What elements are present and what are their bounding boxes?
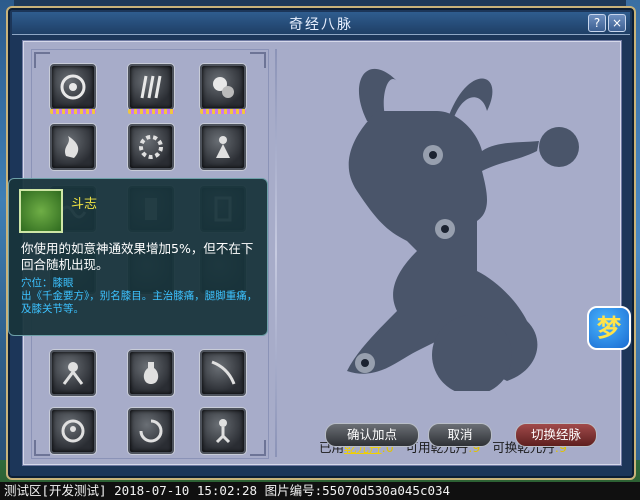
- acupoint-detail: 出《千金要方》，别名膝目。主治膝痛，腿脚重痛，及膝关节等。: [21, 290, 258, 315]
- panel-divider: [275, 49, 277, 457]
- gear-icon: [139, 135, 163, 159]
- cancel-button[interactable]: 取消: [428, 423, 492, 447]
- skill-slot-10[interactable]: [50, 350, 96, 396]
- help-button[interactable]: ?: [588, 14, 606, 32]
- flame-hand-icon: [65, 136, 79, 158]
- skill-slot-4[interactable]: [50, 124, 96, 170]
- skill-slot-11[interactable]: [128, 350, 174, 396]
- learned-indicator: [50, 109, 96, 114]
- tooltip-title: 斗志: [71, 197, 98, 212]
- swirl-icon: [60, 74, 86, 100]
- frame-corner: [34, 52, 50, 68]
- skill-slot-14[interactable]: [128, 408, 174, 454]
- acupoint-label: 穴位：膝眼: [21, 277, 74, 289]
- game-logo[interactable]: 梦: [587, 306, 631, 350]
- bottle-icon: [143, 362, 159, 384]
- learned-indicator: [128, 109, 174, 114]
- close-button[interactable]: ×: [608, 14, 626, 32]
- frame-corner: [250, 440, 266, 456]
- skill-slot-12[interactable]: [200, 350, 246, 396]
- runner-icon: [215, 419, 231, 444]
- status-bar: 测试区[开发测试] 2018-07-10 15:02:28 图片编号:55070…: [0, 482, 640, 500]
- curtain-icon: [211, 360, 236, 385]
- monk-icon: [61, 419, 85, 443]
- skill-tooltip: 斗志 你使用的如意神通效果增加5%，但不在下回合随机出现。 穴位：膝眼 出《千金…: [8, 178, 268, 336]
- title-bar[interactable]: 奇经八脉 ? ×: [12, 12, 630, 35]
- learned-indicator: [200, 109, 246, 114]
- tooltip-acupoint: 穴位：膝眼 出《千金要方》，别名膝目。主治膝痛，腿脚重痛，及膝关节等。: [21, 277, 261, 316]
- vortex-icon: [139, 419, 163, 443]
- tooltip-description: 你使用的如意神通效果增加5%，但不在下回合随机出现。: [21, 241, 254, 272]
- tooltip-skill-icon: [19, 189, 63, 233]
- warrior-icon: [62, 362, 84, 385]
- switch-meridian-button[interactable]: 切换经脉: [515, 423, 597, 447]
- frame-corner: [250, 52, 266, 68]
- figure-icon: [216, 136, 230, 158]
- skill-slot-1[interactable]: [50, 64, 96, 114]
- skill-slot-3[interactable]: [200, 64, 246, 114]
- frame-corner: [34, 440, 50, 456]
- claw-icon: [140, 75, 162, 99]
- beast-icon: [213, 77, 234, 98]
- skill-slot-13[interactable]: [50, 408, 96, 454]
- skill-slot-15[interactable]: [200, 408, 246, 454]
- confirm-points-button[interactable]: 确认加点: [325, 423, 419, 447]
- skill-slot-6[interactable]: [200, 124, 246, 170]
- meridian-window: 奇经八脉 ? × 已用乾元丹:0 可用乾元丹:9 可换乾元丹:9 斗志 你使用的…: [6, 6, 636, 480]
- window-title: 奇经八脉: [289, 17, 353, 33]
- skill-slot-2[interactable]: [128, 64, 174, 114]
- skill-slot-5[interactable]: [128, 124, 174, 170]
- meridian-figure: [347, 68, 579, 391]
